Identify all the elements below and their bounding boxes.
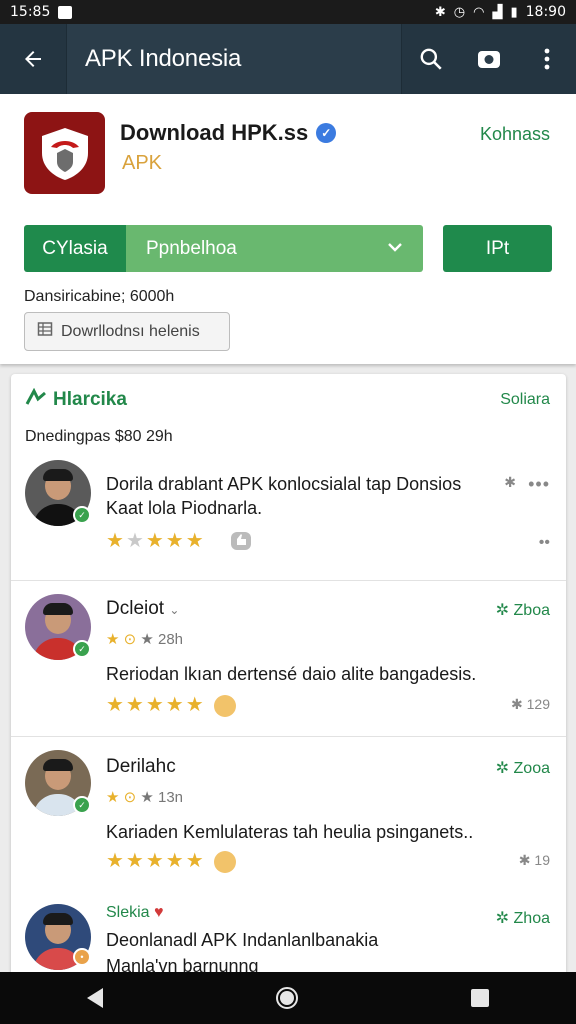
- review-text: Kariaden Kemlulateras tah heulia psingan…: [106, 822, 474, 842]
- status-time-right: 18:90: [525, 4, 566, 20]
- app-name-text: Download HPK.ss: [120, 120, 309, 145]
- verified-icon: ✓: [316, 123, 337, 143]
- app-subtitle: APK: [122, 152, 163, 174]
- review-time: ★ 28h: [140, 631, 184, 648]
- signal-icon: ▟: [492, 4, 503, 19]
- review-text: Deonlanadl APK Indanlanlbanakia: [106, 930, 379, 950]
- bluetooth-icon: ✱: [434, 4, 446, 19]
- star-rating: ★★★★★: [106, 692, 236, 717]
- badge-icon: •: [73, 948, 91, 966]
- status-time: 15:85: [10, 4, 51, 20]
- review-tag: ✲ Zooa: [495, 760, 550, 777]
- review-text-line2: Manla'vn barnunng: [106, 956, 259, 974]
- reviewer-name-text: Dcleiot: [106, 598, 165, 619]
- title-container: APK Indonesia: [66, 24, 402, 94]
- nav-home-icon[interactable]: [275, 987, 298, 1009]
- star-icon: ✱: [518, 852, 531, 868]
- reviews-heading-text: Hlarcika: [53, 389, 127, 410]
- reviews-heading: Hlarcika: [25, 387, 127, 412]
- header-link[interactable]: Kohnass: [480, 124, 550, 145]
- review-counter: ✱ 1⁠29: [511, 696, 550, 712]
- star-icon: ✱: [511, 696, 523, 712]
- reviewer-name-text: Slekia: [106, 904, 150, 921]
- review-counter: ✱ 1⁠9: [518, 852, 550, 868]
- camera-icon[interactable]: [460, 24, 518, 94]
- wifi-icon: ◠: [473, 4, 485, 19]
- version-dropdown[interactable]: Ppnbelhoa: [126, 225, 423, 272]
- chevron-down-icon: ⌄: [169, 603, 180, 617]
- review-tag: ✲ Zhoa: [495, 910, 550, 927]
- page-title: APK Indonesia: [85, 45, 242, 72]
- download-chip-label: Dowrllodnsı helenis: [61, 322, 200, 340]
- gear-icon: ✲: [495, 910, 510, 927]
- emoji-icon: [213, 694, 236, 717]
- reviews-link[interactable]: Soliara: [500, 391, 550, 409]
- reviewer-name[interactable]: Dcleiot ⌄: [106, 598, 179, 620]
- system-nav-bar: [0, 972, 576, 1024]
- reviewer-name[interactable]: Derilahc: [106, 756, 176, 778]
- nav-recents-icon[interactable]: [471, 989, 490, 1007]
- verified-badge-icon: ✓: [73, 640, 91, 658]
- verified-badge-icon: ✓: [73, 796, 91, 814]
- app-name: Download HPK.ss ✓: [120, 120, 337, 146]
- search-icon[interactable]: [402, 24, 460, 94]
- download-meta: Dansiricabine; 6000h: [24, 288, 175, 305]
- reviews-card: Hlarcika Soliara Dnedingpas $80 29h ✓ Do…: [11, 374, 566, 974]
- back-arrow-icon[interactable]: [0, 24, 66, 94]
- emoji-icon: [213, 850, 236, 873]
- divider: [11, 580, 566, 581]
- status-bar: 15:85 ✱ ◷ ◠ ▟ ▮ 18:90: [0, 0, 576, 24]
- more-horiz-icon-2[interactable]: ••: [539, 534, 550, 552]
- review-text: Dorila drablant APK konlocsialal tap Don…: [106, 474, 462, 494]
- star-rating: ★★★★★: [106, 848, 236, 873]
- alarm-icon: ◷: [453, 4, 466, 19]
- download-chip[interactable]: Dowrllodnsı helenis: [24, 312, 230, 351]
- more-vert-icon[interactable]: [518, 24, 576, 94]
- review-text-line2: Kaat lola Piodnarla.: [106, 498, 263, 518]
- reviewer-name[interactable]: Slekia ♥: [106, 904, 164, 922]
- star-icon[interactable]: ✱: [504, 474, 516, 491]
- app-header-card: Download HPK.ss ✓ APK Kohnass CYlasia Pp…: [0, 94, 576, 364]
- left-action-button[interactable]: CYlasia: [24, 225, 126, 272]
- gear-icon: ✲: [495, 602, 510, 619]
- gear-icon: ✲: [495, 760, 510, 777]
- helpful-icon[interactable]: [229, 530, 253, 556]
- version-dropdown-label: Ppnbelhoa: [146, 237, 237, 259]
- heart-icon: ♥: [154, 904, 164, 921]
- review-meta: ★ ⊙ ★ 13n: [106, 789, 184, 806]
- more-horiz-icon[interactable]: •••: [528, 474, 550, 495]
- trend-icon: [25, 387, 47, 412]
- reviews-count: Dnedingpas $80 29h: [25, 428, 173, 445]
- status-icons: ✱ ◷ ◠ ▟ ▮ 18:90: [435, 4, 566, 20]
- star-rating: ★★★★★: [106, 530, 206, 552]
- download-list-icon: [37, 321, 53, 342]
- chevron-down-icon: [387, 237, 403, 258]
- battery-icon: ▮: [510, 4, 518, 19]
- divider: [11, 736, 566, 737]
- review-meta: ★ ⊙ ★ 28h: [106, 631, 184, 648]
- review-time: ★ 13n: [140, 789, 184, 806]
- app-logo: [24, 112, 105, 194]
- right-action-button[interactable]: I⁠Pt: [443, 225, 552, 272]
- review-tag: ✲ Zboa: [495, 602, 550, 619]
- nav-back-icon[interactable]: [86, 988, 103, 1008]
- verified-badge-icon: ✓: [73, 506, 91, 524]
- app-bar: APK Indonesia: [0, 24, 576, 94]
- review-text: Reriodan lkıan dertensé daio alite banga…: [106, 664, 477, 684]
- notification-icon: [58, 5, 73, 19]
